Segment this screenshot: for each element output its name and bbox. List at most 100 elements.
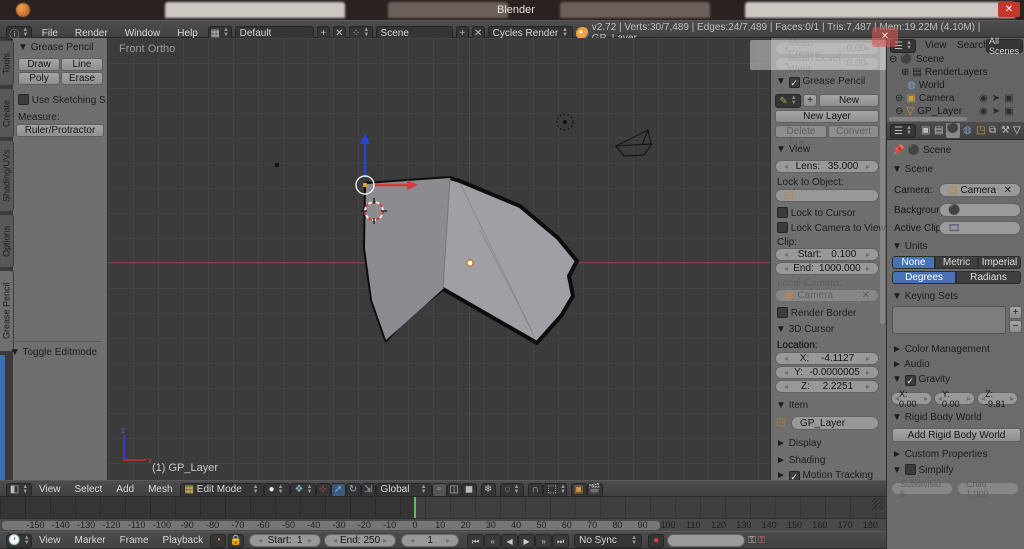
custom-properties-panel-header[interactable]: ► Custom Properties xyxy=(892,449,988,460)
tab-scene-icon[interactable]: ⚫ xyxy=(946,123,960,138)
viewport-3d[interactable]: z x Front Ortho (1) GP_Layer xyxy=(108,38,770,480)
expand-icon[interactable]: ⊖ xyxy=(895,93,903,104)
tool-tab-options[interactable]: Options xyxy=(0,214,14,268)
browser-tab[interactable] xyxy=(560,2,710,18)
units-degrees-button[interactable]: Degrees xyxy=(892,271,956,284)
lock-camera-to-view-checkbox[interactable]: Lock Camera to View xyxy=(777,222,886,234)
clip-start-field[interactable]: ◂Start:0.100▸ xyxy=(775,248,879,261)
outliner-row-gp-layer[interactable]: ⊖▽GP_Layer xyxy=(895,106,962,117)
units-panel-header[interactable]: ▼ Units xyxy=(892,241,927,252)
opengl-render-button[interactable]: ▣ xyxy=(571,483,587,497)
npanel-scrollbar[interactable] xyxy=(880,44,885,324)
start-frame-field[interactable]: ◂Start:1▸ xyxy=(249,534,321,547)
outliner-menu-view[interactable]: View xyxy=(925,40,947,51)
insert-keyframe-icon[interactable]: ⚿ xyxy=(748,535,756,546)
tab-modifiers-icon[interactable]: ⚒ xyxy=(1001,125,1010,136)
clear-icon[interactable]: ✕ xyxy=(862,290,870,301)
delete-keyframe-icon[interactable]: ⚿ xyxy=(758,535,766,546)
gravity-panel-header[interactable]: ▼ ✓ Gravity xyxy=(892,374,950,386)
outliner-row-renderlayers[interactable]: ⊕▤RenderLayers xyxy=(901,67,988,78)
gp-panel-header[interactable]: ▼ ✓ Grease Pencil xyxy=(776,76,865,88)
checkbox-icon[interactable] xyxy=(18,94,29,105)
viewport-shading-dropdown[interactable]: ●▲▼ xyxy=(264,483,290,497)
keying-set-field[interactable] xyxy=(667,534,745,547)
gp-layer-toggles[interactable]: ◉➤▣ xyxy=(979,106,1014,117)
gp-pencil-dropdown[interactable]: ✎▲▼ xyxy=(775,94,801,108)
camera-toggles[interactable]: ◉➤▣ xyxy=(979,93,1014,104)
outliner-menu-search[interactable]: Search xyxy=(957,40,989,51)
delete-frame-button[interactable]: Delete Fra... xyxy=(775,125,827,138)
local-camera-field[interactable]: ▣Camera✕ xyxy=(775,289,879,302)
color-management-panel-header[interactable]: ► Color Management xyxy=(892,344,990,355)
limit-visible-button[interactable]: ❄ xyxy=(481,483,496,497)
tab-object-icon[interactable]: ◳ xyxy=(976,125,985,136)
play-button[interactable]: ▶ xyxy=(518,534,535,548)
manipulator-axis-button[interactable]: ⊹ xyxy=(316,483,331,497)
render-border-checkbox[interactable]: Render Border xyxy=(777,307,856,319)
next-keyframe-button[interactable]: » xyxy=(535,534,552,548)
manipulator-translate-button[interactable]: ➚ xyxy=(331,483,346,497)
jump-to-end-button[interactable]: ⏭ xyxy=(552,534,569,548)
poly-button[interactable]: Poly xyxy=(18,72,60,85)
timeline-canvas[interactable] xyxy=(0,497,886,518)
tool-tab-tools[interactable]: Tools xyxy=(0,40,14,86)
audio-panel-header[interactable]: ► Audio xyxy=(892,359,930,370)
units-metric-button[interactable]: Metric xyxy=(935,256,978,269)
browser-tab[interactable] xyxy=(745,2,1015,18)
draw-button[interactable]: Draw xyxy=(18,58,60,71)
timeline-menu-marker[interactable]: Marker xyxy=(68,533,113,548)
tool-tab-create[interactable]: Create xyxy=(0,88,14,138)
expand-icon[interactable]: ⊖ xyxy=(895,106,903,117)
outliner-row-camera[interactable]: ⊖▣Camera xyxy=(895,93,954,104)
background-field[interactable]: ⚫ xyxy=(939,203,1021,217)
units-radians-button[interactable]: Radians xyxy=(956,271,1021,284)
snap-element-dropdown[interactable]: ⬚▲▼ xyxy=(543,483,567,497)
cursor-panel-header[interactable]: ▼ 3D Cursor xyxy=(776,324,834,335)
lens-field[interactable]: ◂Lens:35.000▸ xyxy=(775,160,879,173)
tab-render-icon[interactable]: ▣ xyxy=(921,125,930,136)
expand-icon[interactable]: ⊖ xyxy=(889,54,897,65)
view3d-menu-select[interactable]: Select xyxy=(68,482,110,497)
overlay-close-button[interactable]: ✕ xyxy=(872,27,898,47)
pin-icon[interactable]: 📌 xyxy=(892,145,904,156)
cursor-z-field[interactable]: ◂Z:2.2251▸ xyxy=(775,380,879,393)
scene-panel-header[interactable]: ▼ Scene xyxy=(892,164,933,175)
lock-to-cursor-checkbox[interactable]: Lock to Cursor xyxy=(777,207,856,219)
convert-button[interactable]: Convert xyxy=(828,125,879,138)
browser-tab[interactable] xyxy=(165,2,345,18)
units-none-button[interactable]: None xyxy=(892,256,935,269)
timeline-menu-playback[interactable]: Playback xyxy=(156,533,211,548)
sync-dropdown[interactable]: No Sync▲▼ xyxy=(574,534,642,548)
opengl-render-anim-button[interactable]: 🎬 xyxy=(587,483,603,497)
end-frame-field[interactable]: ◂End:250▸ xyxy=(324,534,396,547)
line-button[interactable]: Line xyxy=(61,58,103,71)
vertex-select-button[interactable]: ▫ xyxy=(432,483,447,497)
manipulator-rotate-button[interactable]: ↻ xyxy=(346,483,361,497)
lock-object-field[interactable]: ◳ xyxy=(775,189,879,202)
tool-tab-shading-uvs[interactable]: Shading/UVs xyxy=(0,140,14,212)
expand-icon[interactable]: ⊕ xyxy=(901,67,909,78)
gp-add-button[interactable]: + xyxy=(803,94,817,107)
mode-dropdown[interactable]: ▦ Edit Mode▲▼ xyxy=(180,483,264,497)
current-frame-field[interactable]: ◂1▸ xyxy=(401,534,459,547)
view3d-menu-mesh[interactable]: Mesh xyxy=(141,482,179,497)
tab-data-icon[interactable]: ▽ xyxy=(1013,125,1021,136)
simplify-subdivision-field[interactable]: Subdivisio: 6 xyxy=(891,482,953,495)
keying-sets-panel-header[interactable]: ▼ Keying Sets xyxy=(892,291,958,302)
pivot-point-dropdown[interactable]: ❖▲▼ xyxy=(290,483,316,497)
properties-editor-type-button[interactable]: ☰▲▼ xyxy=(890,124,916,138)
scene-camera-field[interactable]: ◳Camera✕ xyxy=(939,183,1021,197)
play-reverse-button[interactable]: ◀ xyxy=(501,534,518,548)
keying-sets-list[interactable] xyxy=(892,306,1006,334)
simplify-panel-header[interactable]: ▼ Simplify xyxy=(892,464,953,476)
shelf-panel-header[interactable]: ▼ Grease Pencil xyxy=(18,42,94,53)
cursor-y-field[interactable]: ◂Y:-0.0000005▸ xyxy=(775,366,879,379)
lock-button[interactable]: 🔒 xyxy=(228,534,244,548)
units-imperial-button[interactable]: Imperial xyxy=(978,256,1021,269)
face-select-button[interactable]: ◼ xyxy=(462,483,477,497)
gravity-x-field[interactable]: ◂X: 0.00▸ xyxy=(891,392,932,405)
snap-toggle-button[interactable]: ∩ xyxy=(528,483,543,497)
all-scenes-dropdown[interactable]: All Scenes xyxy=(986,39,1023,53)
region-resize-grip[interactable] xyxy=(872,498,884,510)
clear-icon[interactable]: ✕ xyxy=(1004,185,1012,196)
